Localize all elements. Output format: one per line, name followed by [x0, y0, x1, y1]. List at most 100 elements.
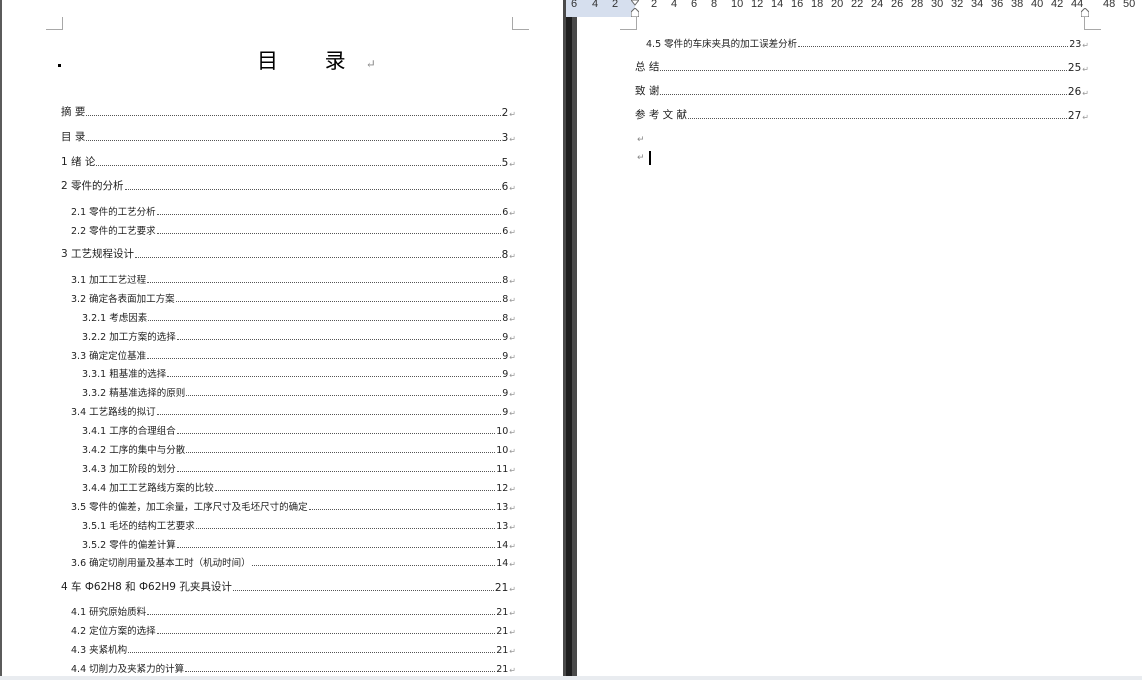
- toc-entry[interactable]: 3.5.2 零件的偏差计算 14 ↵: [82, 538, 516, 551]
- ruler-tick-label: 42: [1051, 0, 1064, 10]
- toc-entry-label: 4.1 研究原始质料: [71, 607, 147, 618]
- toc-leader-dots: [176, 339, 502, 340]
- toc-entry-page: 9: [502, 351, 509, 362]
- ruler-tick-label: 30: [931, 0, 944, 10]
- toc-entry[interactable]: 3.5 零件的偏差，加工余量，工序尺寸及毛坯尺寸的确定 13 ↵: [71, 500, 516, 513]
- toc-leader-dots: [156, 214, 502, 215]
- toc-leader-dots: [185, 671, 496, 672]
- text-cursor: [649, 151, 651, 165]
- right-indent-icon[interactable]: [1081, 8, 1089, 17]
- toc-entry-label: 4.4 切削力及夹紧力的计算: [71, 664, 185, 675]
- toc-entry[interactable]: 3.6 确定切削用量及基本工时（机动时间） 14 ↵: [71, 556, 516, 569]
- paragraph-mark: ↵: [509, 252, 516, 261]
- ruler-tick-label: 40: [1031, 0, 1044, 10]
- toc-entry[interactable]: 3.3.2 精基准选择的原则 9 ↵: [82, 386, 516, 399]
- toc-entry-page: 10: [496, 426, 509, 437]
- toc-entry-page: 21: [496, 664, 509, 675]
- toc-title-text: 目 录: [257, 49, 366, 73]
- paragraph-mark: ↵: [509, 353, 516, 362]
- toc-entry[interactable]: 4 车 Ф62H8 和 Ф62H9 孔夹具设计 21 ↵: [61, 581, 516, 594]
- ruler-tick-label: 14: [771, 0, 784, 10]
- paragraph-mark: ↵: [509, 485, 516, 494]
- toc-entry[interactable]: 4.5 零件的车床夹具的加工误差分析 23 ↵: [646, 37, 1089, 50]
- toc-entry-label: 2 零件的分析: [61, 180, 124, 192]
- paragraph-mark: ↵: [509, 209, 516, 218]
- ruler-tick-label: 6: [691, 0, 698, 10]
- toc-entry[interactable]: 3.2.2 加工方案的选择 9 ↵: [82, 330, 516, 343]
- toc-entry[interactable]: 3.5.1 毛坯的结构工艺要求 13 ↵: [82, 519, 516, 532]
- toc-leader-dots: [214, 490, 496, 491]
- paragraph-mark: ↵: [1082, 65, 1089, 74]
- toc-leader-dots: [147, 282, 502, 283]
- toc-entry-label: 3.3 确定定位基准: [71, 351, 147, 362]
- toc-entry[interactable]: 参 考 文 献 27 ↵: [635, 109, 1089, 122]
- toc-entry[interactable]: 3.3 确定定位基准 9 ↵: [71, 349, 516, 362]
- toc-entry[interactable]: 总 结 25 ↵: [635, 61, 1089, 74]
- toc-entry[interactable]: 目 录 3 ↵: [61, 131, 516, 144]
- toc-leader-dots: [308, 509, 496, 510]
- toc-entry-page: 8: [502, 313, 509, 324]
- toc-entry-page: 9: [502, 407, 509, 418]
- toc-leader-dots: [195, 528, 496, 529]
- toc-entry[interactable]: 3.2 确定各表面加工方案 8 ↵: [71, 292, 516, 305]
- paragraph-mark: ↵: [509, 523, 516, 532]
- toc-entry-label: 致 谢: [635, 85, 660, 97]
- toc-entry-label: 3.5.2 零件的偏差计算: [82, 540, 176, 551]
- ruler-tick-label: 28: [911, 0, 924, 10]
- toc-leader-dots: [798, 46, 1069, 47]
- toc-entry[interactable]: 3.4.1 工序的合理组合 10 ↵: [82, 424, 516, 437]
- toc-entry[interactable]: 4.1 研究原始质料 21 ↵: [71, 605, 516, 618]
- toc-entry[interactable]: 摘 要 2 ↵: [61, 106, 516, 119]
- toc-entry-page: 21: [496, 645, 509, 656]
- ruler-tick-label: 36: [991, 0, 1004, 10]
- toc-leader-dots: [86, 115, 501, 116]
- toc-entry[interactable]: 1 绪 论 5 ↵: [61, 156, 516, 169]
- toc-entry[interactable]: 4.4 切削力及夹紧力的计算 21 ↵: [71, 662, 516, 675]
- toc-entry[interactable]: 3.1 加工工艺过程 8 ↵: [71, 273, 516, 286]
- toc-entry-label: 3.4.2 工序的集中与分散: [82, 445, 186, 456]
- toc-entry-label: 2.1 零件的工艺分析: [71, 207, 156, 218]
- paragraph-mark: ↵: [509, 334, 516, 343]
- toc-entry[interactable]: 3.3.1 粗基准的选择 9 ↵: [82, 367, 516, 380]
- ruler-tick-label: 6: [571, 0, 578, 10]
- toc-entry-page: 25: [1067, 62, 1082, 74]
- toc-leader-dots: [96, 165, 501, 166]
- toc-entry[interactable]: 2.1 零件的工艺分析 6 ↵: [71, 205, 516, 218]
- toc-entry-label: 3.4.4 加工工艺路线方案的比较: [82, 483, 214, 494]
- toc-leader-dots: [156, 633, 496, 634]
- toc-entry-label: 3.5 零件的偏差，加工余量，工序尺寸及毛坯尺寸的确定: [71, 502, 308, 513]
- paragraph-mark: ↵: [509, 628, 516, 637]
- toc-entry-label: 参 考 文 献: [635, 109, 688, 121]
- ruler-tick-label: 16: [791, 0, 804, 10]
- toc-entry[interactable]: 3 工艺规程设计 8 ↵: [61, 248, 516, 261]
- toc-entry[interactable]: 3.4.4 加工工艺路线方案的比较 12 ↵: [82, 481, 516, 494]
- toc-entry-label: 总 结: [635, 61, 660, 73]
- margin-corner-top-right: [512, 17, 529, 30]
- ruler-tick-label: 48: [1103, 0, 1116, 10]
- toc-entry[interactable]: 3.4.2 工序的集中与分散 10 ↵: [82, 443, 516, 456]
- document-page-left[interactable]: 目 录↵ 摘 要 2 ↵ 目 录 3 ↵ 1 绪 论 5 ↵ 2 零件的分析 6 ↵ 2.1 零件的工…: [2, 0, 563, 676]
- toc-title[interactable]: 目 录↵: [257, 45, 376, 75]
- toc-entry[interactable]: 致 谢 26 ↵: [635, 85, 1089, 98]
- paragraph-mark: ↵: [509, 315, 516, 324]
- toc-entry[interactable]: 2 零件的分析 6 ↵: [61, 180, 516, 193]
- ruler-tick-label: 32: [951, 0, 964, 10]
- toc-leader-dots: [147, 614, 496, 615]
- horizontal-ruler[interactable]: 6 4 2 2 4 6 8 10 12 14 16 18 20 22 24 26 28 30 32 34 36 38 40 4…: [566, 0, 1142, 17]
- left-indent-icon[interactable]: [631, 8, 639, 17]
- toc-entry[interactable]: 3.4.3 加工阶段的划分 11 ↵: [82, 462, 516, 475]
- ruler-tick-label: 2: [612, 0, 619, 10]
- toc-leader-dots: [128, 652, 496, 653]
- toc-entry-page: 6: [502, 207, 509, 218]
- first-line-indent-icon[interactable]: [631, 0, 639, 8]
- document-page-right[interactable]: 4.5 零件的车床夹具的加工误差分析 23 ↵ 总 结 25 ↵ 致 谢 26 ↵ 参 考 文 献…: [577, 17, 1142, 676]
- toc-entry[interactable]: 4.3 夹紧机构 21 ↵: [71, 643, 516, 656]
- ruler-tick-label: 2: [651, 0, 658, 10]
- toc-entry[interactable]: 2.2 零件的工艺要求 6 ↵: [71, 224, 516, 237]
- toc-entry[interactable]: 3.2.1 考虑因素 8 ↵: [82, 311, 516, 324]
- toc-entry-page: 5: [501, 157, 509, 169]
- toc-entry[interactable]: 4.2 定位方案的选择 21 ↵: [71, 624, 516, 637]
- toc-leader-dots: [148, 320, 502, 321]
- toc-entry[interactable]: 3.4 工艺路线的拟订 9 ↵: [71, 405, 516, 418]
- paragraph-mark: ↵: [509, 277, 516, 286]
